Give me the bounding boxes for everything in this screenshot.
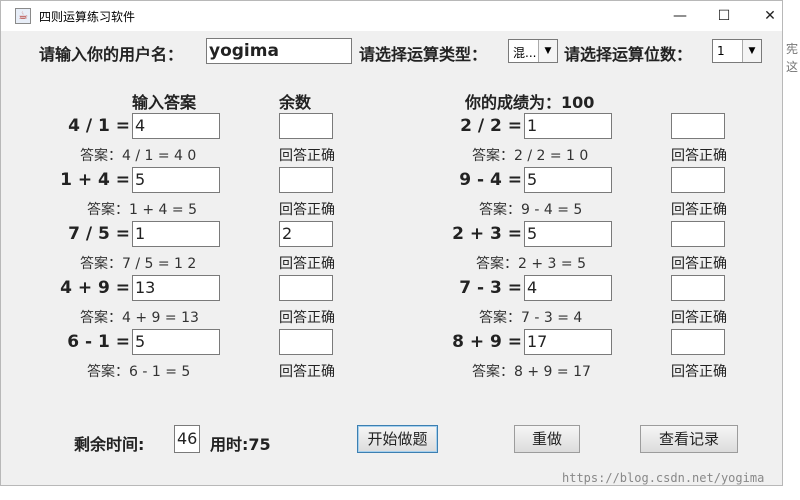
answer-input[interactable]: 5 (132, 167, 220, 193)
username-input[interactable]: yogima (206, 38, 352, 64)
elapsed-time-value: 75 (248, 435, 271, 454)
operation-type-label: 请选择运算类型： (359, 45, 488, 64)
view-records-button[interactable]: 查看记录 (640, 425, 738, 453)
operation-type-select[interactable]: 混... ▼ (508, 39, 558, 63)
correct-answer-text: 答案：6 - 1 = 5 (87, 364, 191, 380)
background-text: 宪 (786, 42, 799, 56)
digits-value: 1 (717, 44, 725, 58)
question-label: 8 + 9 = (452, 332, 522, 352)
question-label: 2 / 2 = (460, 116, 522, 136)
answer-column-header: 输入答案 (132, 93, 197, 112)
remaining-time-field[interactable]: 46 (174, 425, 200, 453)
answer-input[interactable]: 4 (132, 113, 220, 139)
result-status: 回答正确 (671, 310, 727, 326)
result-status: 回答正确 (279, 256, 335, 272)
background-text: 这 (786, 60, 799, 74)
correct-answer-text: 答案：8 + 9 = 17 (472, 364, 591, 380)
remainder-column-header: 余数 (279, 93, 312, 112)
app-window: ☕ 四则运算练习软件 — ☐ ✕ 请输入你的用户名： yogima 请选择运算类… (0, 0, 783, 486)
score-value: 100 (561, 93, 595, 112)
operation-type-value: 混... (513, 46, 537, 60)
chevron-down-icon: ▼ (538, 40, 557, 62)
result-status: 回答正确 (671, 364, 727, 380)
correct-answer-text: 答案：2 / 2 = 1 0 (472, 148, 589, 164)
elapsed-time-label-text: 用时: (210, 435, 249, 454)
correct-answer-text: 答案：9 - 4 = 5 (479, 202, 583, 218)
remainder-input[interactable] (279, 275, 333, 301)
remainder-input[interactable] (279, 167, 333, 193)
remainder-input[interactable] (671, 221, 725, 247)
minimize-button[interactable]: — (657, 1, 703, 31)
digits-label: 请选择运算位数： (564, 45, 693, 64)
correct-answer-text: 答案：2 + 3 = 5 (476, 256, 586, 272)
remainder-input[interactable] (671, 329, 725, 355)
result-status: 回答正确 (671, 256, 727, 272)
remainder-input[interactable]: 2 (279, 221, 333, 247)
question-label: 2 + 3 = (452, 224, 522, 244)
correct-answer-text: 答案：7 / 5 = 1 2 (80, 256, 197, 272)
question-label: 7 - 3 = (459, 278, 522, 298)
question-label: 6 - 1 = (67, 332, 130, 352)
correct-answer-text: 答案：1 + 4 = 5 (87, 202, 197, 218)
remainder-input[interactable] (671, 113, 725, 139)
score-label-text: 你的成绩为： (465, 93, 562, 112)
close-button[interactable]: ✕ (747, 1, 793, 31)
maximize-button[interactable]: ☐ (701, 1, 747, 31)
result-status: 回答正确 (279, 202, 335, 218)
answer-input[interactable]: 5 (524, 221, 612, 247)
answer-input[interactable]: 13 (132, 275, 220, 301)
correct-answer-text: 答案：7 - 3 = 4 (479, 310, 583, 326)
chevron-down-icon: ▼ (742, 40, 761, 62)
answer-input[interactable]: 5 (132, 329, 220, 355)
answer-input[interactable]: 5 (524, 167, 612, 193)
remainder-input[interactable] (279, 329, 333, 355)
result-status: 回答正确 (279, 148, 335, 164)
remainder-input[interactable] (279, 113, 333, 139)
result-status: 回答正确 (671, 148, 727, 164)
title-bar[interactable]: ☕ 四则运算练习软件 — ☐ ✕ (1, 1, 782, 31)
question-label: 9 - 4 = (459, 170, 522, 190)
result-status: 回答正确 (279, 364, 335, 380)
score-label: 你的成绩为：100 (465, 89, 594, 113)
java-app-icon: ☕ (15, 8, 31, 24)
correct-answer-text: 答案：4 + 9 = 13 (80, 310, 199, 326)
question-label: 1 + 4 = (60, 170, 130, 190)
correct-answer-text: 答案：4 / 1 = 4 0 (80, 148, 197, 164)
elapsed-time-label: 用时:75 (210, 431, 271, 455)
answer-input[interactable]: 4 (524, 275, 612, 301)
remainder-input[interactable] (671, 167, 725, 193)
username-label: 请输入你的用户名： (39, 45, 184, 64)
question-label: 7 / 5 = (68, 224, 130, 244)
question-label: 4 / 1 = (68, 116, 130, 136)
remaining-time-label: 剩余时间: (74, 435, 145, 454)
answer-input[interactable]: 1 (524, 113, 612, 139)
result-status: 回答正确 (279, 310, 335, 326)
remainder-input[interactable] (671, 275, 725, 301)
answer-input[interactable]: 1 (132, 221, 220, 247)
answer-input[interactable]: 17 (524, 329, 612, 355)
window-title: 四则运算练习软件 (39, 10, 136, 24)
start-button[interactable]: 开始做题 (357, 425, 438, 453)
digits-select[interactable]: 1 ▼ (712, 39, 762, 63)
watermark-text: https://blog.csdn.net/yogima (562, 471, 765, 485)
result-status: 回答正确 (671, 202, 727, 218)
redo-button[interactable]: 重做 (514, 425, 580, 453)
question-label: 4 + 9 = (60, 278, 130, 298)
